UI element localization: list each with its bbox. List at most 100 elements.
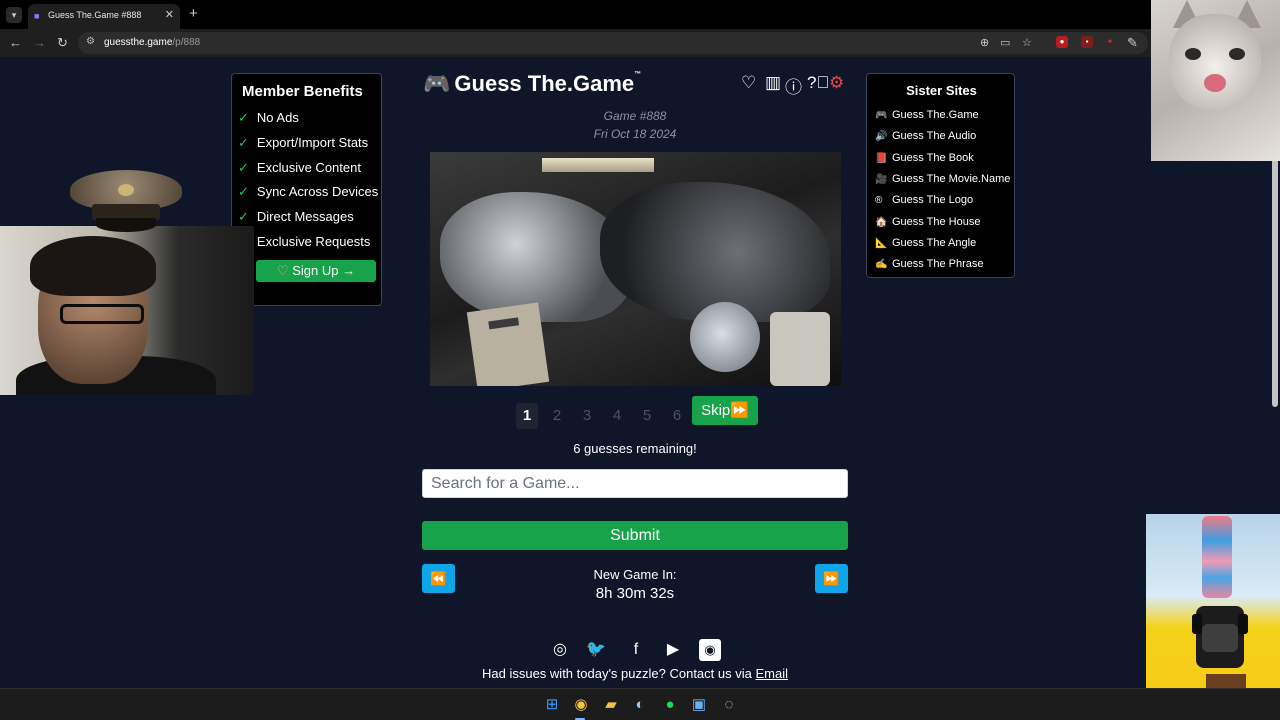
instagram-icon[interactable]: ◎ [549, 639, 571, 661]
guess-slot[interactable]: 3 [576, 403, 598, 429]
benefit-item: ✓ No Ads [238, 110, 299, 125]
sister-site-guess-the-game[interactable]: 🎮 Guess The.Game [875, 109, 979, 121]
guess-slot[interactable]: 6 [666, 403, 688, 429]
heart-icon: ♡ [276, 263, 293, 278]
email-link[interactable]: Email [755, 666, 788, 681]
lamp [542, 158, 654, 172]
windows-taskbar: ⊞ ◉ ▰ ◐ ● ▣ ◌ [0, 688, 1280, 720]
steam-icon[interactable]: ◐ [631, 696, 649, 714]
settings-gear-icon[interactable]: ⚙ [829, 73, 844, 93]
skip-button[interactable]: Skip⏩ [692, 396, 758, 425]
benefit-item: ✓ Direct Messages [238, 209, 354, 224]
sister-site-guess-the-audio[interactable]: 🔊 Guess The Audio [875, 130, 976, 142]
sister-site-guess-the-angle[interactable]: 📐 Guess The Angle [875, 237, 976, 249]
gamepad-favicon-icon: ■ [34, 11, 40, 21]
sister-site-guess-the-movie[interactable]: 🎥 Guess The Movie.Name [875, 173, 1010, 185]
check-icon: ✓ [238, 160, 249, 175]
address-bar[interactable]: ⚙ guessthe.game/p/888 ⊕ ▭ ☆ [78, 32, 1148, 54]
extension-icon[interactable]: ✦ [1104, 36, 1116, 48]
benefit-item: ✓ Export/Import Stats [238, 135, 369, 150]
countdown-timer: 8h 30m 32s [595, 585, 675, 602]
game-date: Fri Oct 18 2024 [593, 127, 677, 141]
rss-icon[interactable]: ◉ [699, 639, 721, 661]
check-icon: ✓ [238, 135, 249, 150]
favorite-heart-icon[interactable]: ♡ [741, 73, 756, 93]
check-icon: ✓ [238, 110, 249, 125]
stats-icon[interactable]: ▥ [765, 73, 781, 93]
sister-site-guess-the-phrase[interactable]: ✍ Guess The Phrase [875, 258, 984, 270]
kitten-cam-overlay [1151, 0, 1280, 161]
new-game-label: New Game In: [593, 567, 677, 582]
search-input[interactable] [422, 469, 848, 498]
benefit-item: ✓ Exclusive Content [238, 160, 361, 175]
sister-site-guess-the-book[interactable]: 📕 Guess The Book [875, 152, 974, 164]
guess-slot[interactable]: 4 [606, 403, 628, 429]
triangle-ruler-icon: 📐 [875, 238, 888, 249]
back-icon[interactable]: ← [9, 35, 22, 50]
cutting-board [466, 302, 550, 386]
app-icon[interactable]: ◌ [720, 696, 738, 714]
benefit-item: ✓ Sync Across Devices [238, 184, 379, 199]
writing-hand-icon: ✍ [875, 259, 888, 270]
extension-icon[interactable]: ● [1056, 36, 1068, 48]
game-screenshot[interactable] [430, 152, 841, 386]
zoom-icon[interactable]: ⊕ [980, 36, 989, 49]
registered-icon: ® [875, 195, 883, 206]
facebook-icon[interactable]: f [625, 639, 647, 661]
forward-icon[interactable]: → [33, 35, 46, 50]
guess-slot[interactable]: 1 [516, 403, 538, 429]
cast-icon[interactable]: ▭ [1000, 36, 1010, 49]
extension-icon[interactable]: ▪ [1081, 36, 1093, 48]
youtube-icon[interactable]: ▶ [662, 639, 684, 661]
gamepad-icon: 🎮 [875, 110, 888, 121]
previous-game-button[interactable]: ⏪ [422, 564, 455, 593]
guess-slot[interactable]: 5 [636, 403, 658, 429]
guess-slot[interactable]: 2 [546, 403, 568, 429]
book-icon: 📕 [875, 153, 888, 164]
file-explorer-icon[interactable]: ▰ [602, 696, 620, 714]
twitter-icon[interactable]: 🐦 [585, 639, 607, 661]
sign-up-button[interactable]: ♡ Sign Up → [256, 260, 376, 282]
house-icon: 🏠 [875, 217, 888, 228]
military-cap-overlay [70, 170, 182, 236]
sister-site-guess-the-logo[interactable]: ® Guess The Logo [875, 194, 973, 206]
url-text[interactable]: guessthe.game/p/888 [104, 37, 200, 48]
issues-text: Had issues with today's puzzle? Contact … [482, 666, 788, 681]
check-icon: ✓ [238, 209, 249, 224]
photos-icon[interactable]: ▣ [690, 696, 708, 714]
movie-camera-icon: 🎥 [875, 174, 888, 185]
browser-toolbar: ← → ↻ ⚙ guessthe.game/p/888 ⊕ ▭ ☆ ● ▪ ✦ … [0, 29, 1280, 57]
windows-start-icon[interactable]: ⊞ [543, 696, 561, 714]
gamepad-icon: 🎮 [423, 71, 451, 96]
guesses-remaining: 6 guesses remaining! [573, 441, 697, 456]
info-icon[interactable]: ⓘ [785, 73, 802, 98]
sister-sites-panel: Sister Sites 🎮 Guess The.Game 🔊 Guess The … [866, 73, 1015, 278]
next-game-button[interactable]: ⏩ [815, 564, 848, 593]
help-icon[interactable]: ?⃝ [807, 73, 829, 93]
new-tab-button[interactable]: + [189, 5, 198, 22]
tab-search-button[interactable]: ▾ [6, 7, 22, 23]
submit-button[interactable]: Submit [422, 521, 848, 550]
spotify-icon[interactable]: ● [661, 696, 679, 714]
sphere-object [690, 302, 760, 372]
site-info-icon[interactable]: ⚙ [86, 36, 95, 47]
member-benefits-title: Member Benefits [242, 83, 363, 100]
tab-title: Guess The.Game #888 [48, 10, 142, 20]
check-icon: ✓ [238, 184, 249, 199]
fast-forward-icon: ⏩ [730, 402, 749, 419]
container-object [770, 312, 830, 386]
close-tab-icon[interactable]: ✕ [165, 8, 174, 21]
browser-tab-bar: ▾ ■ Guess The.Game #888 ✕ + [0, 0, 1280, 29]
streamer-webcam [0, 226, 254, 395]
browser-tab[interactable]: ■ Guess The.Game #888 ✕ [28, 4, 180, 29]
bookmark-star-icon[interactable]: ☆ [1022, 36, 1032, 49]
reload-icon[interactable]: ↻ [57, 35, 68, 51]
sister-sites-title: Sister Sites [906, 83, 977, 98]
foil-wall [600, 182, 830, 322]
chrome-icon[interactable]: ◉ [572, 696, 590, 714]
benefit-item: ✓Exclusive Requests [238, 234, 370, 250]
sister-site-guess-the-house[interactable]: 🏠 Guess The House [875, 216, 980, 228]
game-number: Game #888 [603, 109, 667, 123]
site-logo[interactable]: 🎮 Guess The.Game™ [423, 71, 641, 97]
edit-pen-icon[interactable]: ✎ [1127, 35, 1138, 51]
